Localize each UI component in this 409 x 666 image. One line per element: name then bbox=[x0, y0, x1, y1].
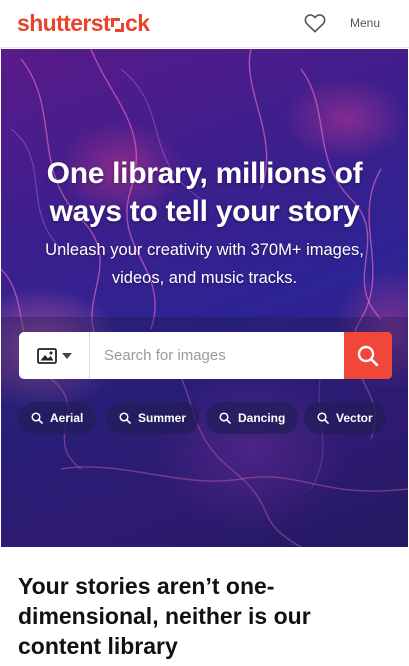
content-library-section: Your stories aren’t one-dimensional, nei… bbox=[0, 547, 409, 666]
heart-icon bbox=[304, 14, 326, 33]
search-input[interactable] bbox=[91, 332, 344, 379]
chip-dancing[interactable]: Dancing bbox=[206, 402, 299, 434]
media-type-dropdown[interactable] bbox=[19, 332, 90, 379]
shutterstock-logo[interactable]: shutterst ck bbox=[17, 10, 150, 36]
search-icon bbox=[317, 412, 329, 424]
chip-vector[interactable]: Vector bbox=[304, 402, 386, 434]
chip-summer[interactable]: Summer bbox=[106, 402, 200, 434]
menu-button[interactable]: Menu bbox=[350, 15, 380, 31]
chip-label: Aerial bbox=[50, 411, 84, 425]
hero-title-line-2: ways to tell your story bbox=[49, 195, 360, 228]
favorites-button[interactable] bbox=[301, 10, 329, 36]
chevron-down-icon bbox=[61, 352, 72, 359]
search-icon bbox=[219, 412, 231, 424]
logo-mark-icon bbox=[111, 18, 125, 32]
section-title: Your stories aren’t one-dimensional, nei… bbox=[18, 573, 311, 659]
search-icon bbox=[31, 412, 43, 424]
site-header: shutterst ck Menu bbox=[0, 0, 409, 48]
search-bar bbox=[19, 332, 392, 379]
hero-subtitle: Unleash your creativity with 370M+ image… bbox=[1, 236, 408, 292]
image-icon bbox=[36, 347, 57, 364]
hero-subtitle-line-1: Unleash your creativity with 370M+ image… bbox=[45, 241, 364, 259]
logo-text-end: ck bbox=[125, 10, 150, 36]
hero-subtitle-line-2: videos, and music tracks. bbox=[111, 269, 298, 287]
search-button[interactable] bbox=[344, 332, 392, 379]
logo-text-start: shutterst bbox=[17, 10, 111, 36]
chip-aerial[interactable]: Aerial bbox=[18, 402, 97, 434]
hero-title-line-1: One library, millions of bbox=[46, 157, 363, 190]
search-icon bbox=[357, 345, 379, 366]
chip-label: Dancing bbox=[238, 411, 286, 425]
hero-title: One library, millions of ways to tell yo… bbox=[1, 155, 408, 231]
search-icon bbox=[119, 412, 131, 424]
chip-label: Vector bbox=[336, 411, 373, 425]
hero-banner: One library, millions of ways to tell yo… bbox=[1, 49, 408, 547]
chip-label: Summer bbox=[138, 411, 187, 425]
